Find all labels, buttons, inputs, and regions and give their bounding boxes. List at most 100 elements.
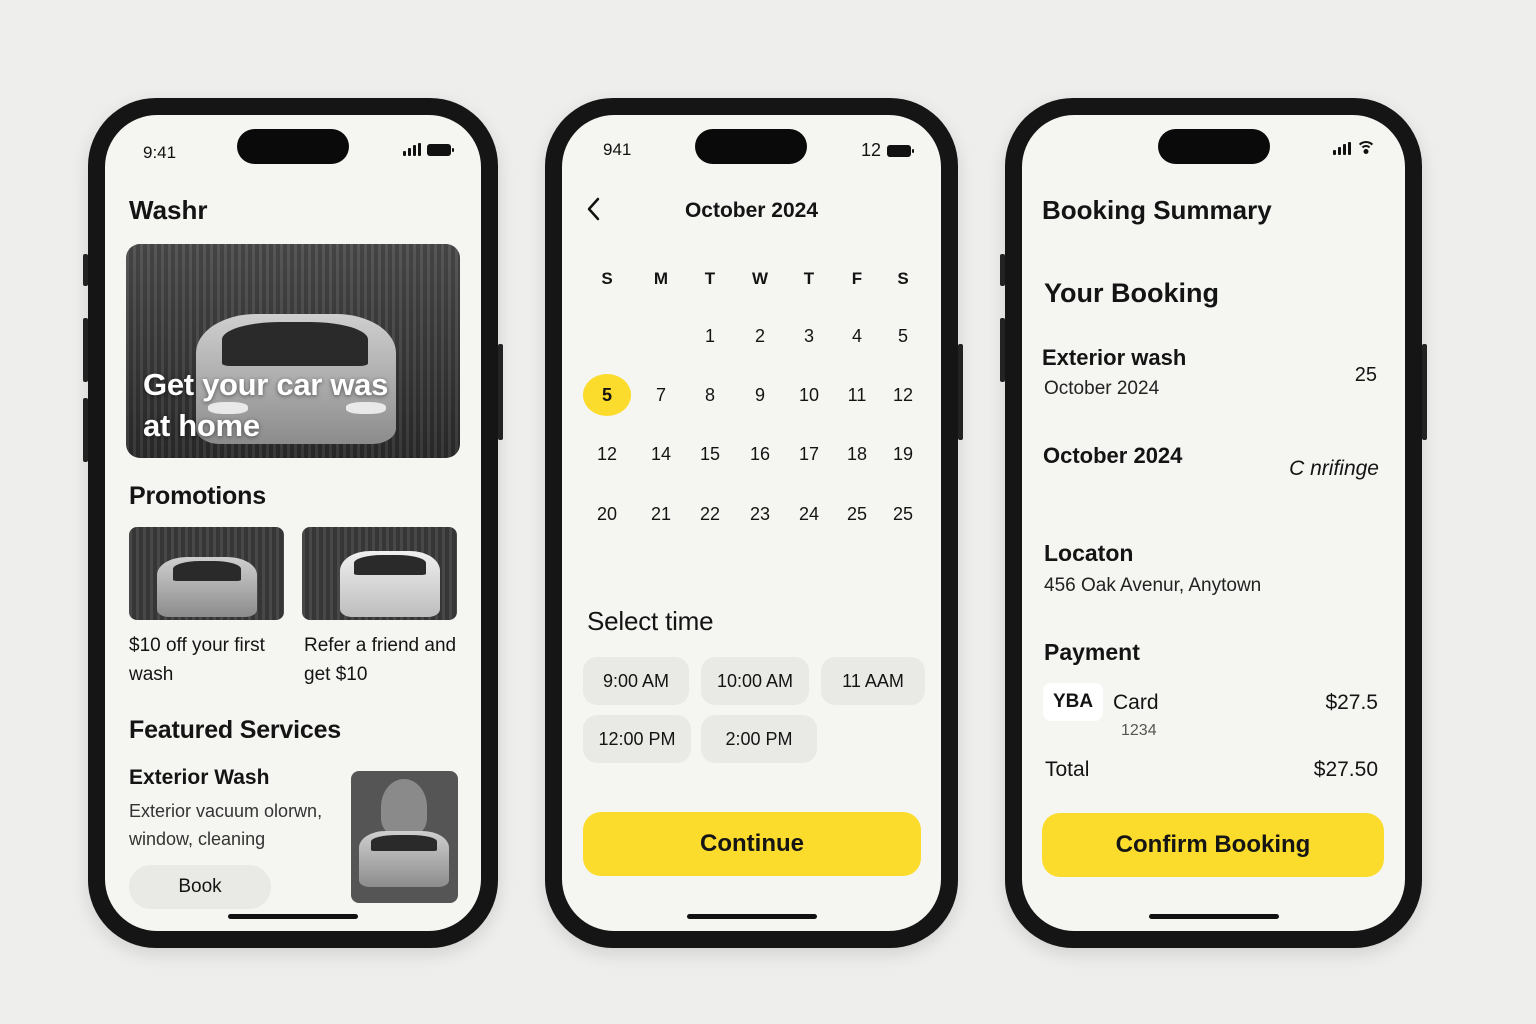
weekday-label: T (803, 269, 815, 288)
calendar-day[interactable]: 19 (883, 444, 923, 465)
calendar-screen: 941 12 October 2024 S M T W T F S 1 2 3 4 5 5 7 8 9 10 11… (562, 115, 941, 931)
home-indicator[interactable] (228, 914, 358, 919)
time-slot[interactable]: 12:00 PM (583, 715, 691, 763)
status-text: 12 (860, 140, 881, 160)
status-time: 941 (603, 140, 632, 159)
phone-calendar: 941 12 October 2024 S M T W T F S 1 2 3 4 5 5 7 8 9 10 11… (545, 98, 963, 948)
calendar-day[interactable]: 4 (837, 326, 877, 347)
status-icons: 12 (860, 140, 914, 161)
tree-image (381, 779, 427, 835)
dynamic-island (695, 129, 807, 164)
weekday-label: S (601, 269, 613, 288)
hero-headline: Get your car was at home (143, 367, 389, 443)
service-image (351, 771, 458, 903)
page-title: Booking Summary (1042, 195, 1272, 225)
calendar-day[interactable]: 23 (740, 504, 780, 525)
calendar-day[interactable]: 11 (837, 385, 877, 406)
calendar-day[interactable]: 24 (789, 504, 829, 525)
weekday-label: M (653, 269, 669, 288)
calendar-day[interactable]: 10 (789, 385, 829, 406)
side-button (1000, 318, 1005, 382)
calendar-day[interactable]: 2 (740, 326, 780, 347)
calendar-day-selected[interactable]: 5 (583, 374, 631, 416)
calendar-day[interactable]: 15 (690, 444, 730, 465)
signal-icon (403, 143, 421, 156)
home-screen: 9:41 Washr Get your car was at home Prom… (105, 115, 481, 931)
total-value: $27.50 (1313, 758, 1378, 781)
hero-banner[interactable]: Get your car was at home (126, 244, 460, 458)
service-date: October 2024 (1044, 378, 1160, 399)
promo-text[interactable]: Refer a friend and get $10 (304, 631, 469, 689)
signal-icon (1333, 141, 1351, 155)
promo-image[interactable] (129, 527, 284, 620)
home-indicator[interactable] (686, 914, 817, 919)
promo-image[interactable] (302, 527, 457, 620)
phone-home: 9:41 Washr Get your car was at home Prom… (83, 98, 503, 948)
service-title: Exterior Wash (129, 766, 270, 789)
service-description: Exterior vacuum olorwn, window, cleaning (129, 801, 323, 849)
side-button (83, 398, 88, 462)
calendar-day[interactable]: 8 (690, 385, 730, 406)
total-label: Total (1045, 758, 1090, 781)
app-title: Washr (129, 195, 208, 225)
time-slot[interactable]: 11 AAM (821, 657, 925, 705)
status-time: 9:41 (143, 143, 177, 162)
card-number: 1234 (1121, 722, 1157, 739)
calendar-day[interactable]: 7 (641, 385, 681, 406)
select-time-heading: Select time (587, 606, 714, 636)
dynamic-island (237, 129, 349, 164)
side-button (83, 318, 88, 382)
your-booking-heading: Your Booking (1044, 278, 1219, 308)
calendar-day[interactable]: 25 (883, 504, 923, 525)
calendar-day[interactable]: 17 (789, 444, 829, 465)
status-icons (403, 143, 454, 156)
location-value: 456 Oak Avenur, Anytown (1044, 575, 1262, 596)
card-badge: YBA (1043, 683, 1103, 721)
home-indicator[interactable] (1148, 914, 1279, 919)
time-slot[interactable]: 9:00 AM (583, 657, 689, 705)
card-label: Card (1113, 691, 1159, 714)
side-button (1422, 344, 1427, 440)
battery-icon (887, 144, 914, 157)
weekday-label: S (897, 269, 909, 288)
service-value: 25 (1354, 364, 1377, 386)
calendar-day[interactable]: 3 (789, 326, 829, 347)
payment-label: Payment (1044, 639, 1140, 665)
continue-button[interactable]: Continue (583, 812, 921, 876)
promo-text[interactable]: $10 off your first wash (129, 631, 289, 689)
calendar-day[interactable]: 22 (690, 504, 730, 525)
book-button[interactable]: Book (129, 865, 271, 909)
calendar-day[interactable]: 12 (883, 385, 923, 406)
date-label: October 2024 (1043, 443, 1183, 468)
month-label: October 2024 (684, 199, 819, 222)
side-button (83, 254, 88, 286)
card-amount: $27.5 (1325, 691, 1378, 714)
calendar-day[interactable]: 9 (740, 385, 780, 406)
weekday-label: T (704, 269, 716, 288)
calendar-day[interactable]: 5 (883, 326, 923, 347)
weekday-label: F (851, 269, 863, 288)
time-slot[interactable]: 2:00 PM (701, 715, 817, 763)
calendar-day[interactable]: 25 (837, 504, 877, 525)
calendar-day[interactable]: 14 (641, 444, 681, 465)
calendar-day[interactable]: 21 (641, 504, 681, 525)
weekday-label: W (751, 269, 769, 288)
calendar-day[interactable]: 18 (837, 444, 877, 465)
wifi-icon (1357, 141, 1375, 155)
side-button (1000, 254, 1005, 286)
date-value: C nrifinge (1289, 457, 1379, 480)
promotions-heading: Promotions (129, 482, 266, 510)
featured-heading: Featured Services (129, 716, 341, 744)
service-name: Exterior wash (1042, 345, 1187, 370)
location-label: Locaton (1044, 540, 1134, 566)
calendar-day[interactable]: 20 (587, 504, 627, 525)
side-button (498, 344, 503, 440)
calendar-day[interactable]: 1 (690, 326, 730, 347)
summary-screen: Booking Summary Your Booking Exterior wa… (1022, 115, 1405, 931)
car-windshield (222, 322, 368, 366)
dynamic-island (1158, 129, 1270, 164)
time-slot[interactable]: 10:00 AM (701, 657, 809, 705)
confirm-booking-button[interactable]: Confirm Booking (1042, 813, 1384, 877)
calendar-day[interactable]: 16 (740, 444, 780, 465)
calendar-day[interactable]: 12 (587, 444, 627, 465)
